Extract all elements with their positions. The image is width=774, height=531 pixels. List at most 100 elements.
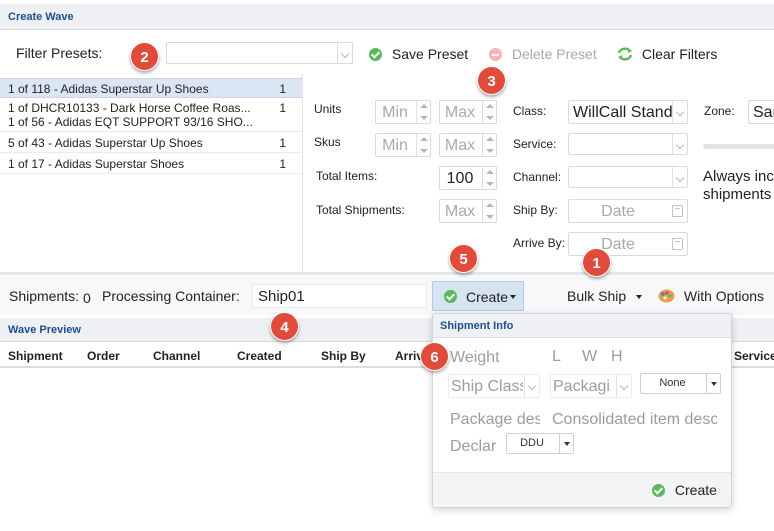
service-select[interactable] xyxy=(568,133,688,155)
ship-class-select[interactable]: Ship Class xyxy=(448,374,540,398)
annotation-badge-2: 2 xyxy=(130,42,159,71)
column-header-order[interactable]: Order xyxy=(87,349,120,363)
delete-preset-label: Delete Preset xyxy=(511,46,597,62)
min-placeholder: Min xyxy=(382,104,408,121)
divider xyxy=(0,272,774,275)
service-label: Service: xyxy=(513,137,557,151)
annotation-badge-3: 3 xyxy=(477,66,506,95)
units-max-input[interactable]: Max xyxy=(439,100,497,124)
none-value: None xyxy=(659,377,686,389)
none-select[interactable]: None xyxy=(640,373,721,394)
preset-name-secondary: 1 of 56 - Adidas EQT SUPPORT 93/16 SHO..… xyxy=(8,115,253,129)
total-items-label: Total Items: xyxy=(316,169,378,183)
column-header-shipment[interactable]: Shipment xyxy=(8,349,63,363)
class-select[interactable]: WillCall Stand xyxy=(568,100,688,124)
total-items-input[interactable]: 100 xyxy=(439,166,497,190)
spinner-icon[interactable] xyxy=(416,101,430,123)
caret-down-icon xyxy=(706,374,720,393)
declared-value-input[interactable]: Declar xyxy=(450,438,500,456)
spinner-icon[interactable] xyxy=(416,134,430,156)
ship-by-date-input[interactable]: Date xyxy=(568,199,688,223)
channel-select[interactable] xyxy=(568,166,688,188)
bulk-ship-button[interactable]: Bulk Ship xyxy=(567,288,643,304)
preset-count: 1 xyxy=(279,82,286,96)
date-placeholder: Date xyxy=(601,236,635,253)
annotation-badge-1: 1 xyxy=(582,248,611,277)
length-input[interactable]: L xyxy=(552,348,561,366)
refresh-icon xyxy=(617,47,633,61)
delete-preset-button[interactable]: Delete Preset xyxy=(489,46,597,62)
total-items-value: 100 xyxy=(446,170,474,187)
zone-label: Zone: xyxy=(704,104,735,118)
shipment-info-popup: Shipment Info Weight L W H Ship Class Pa… xyxy=(432,313,732,508)
skus-label: Skus xyxy=(314,135,341,149)
max-placeholder: Max xyxy=(444,104,476,121)
channel-label: Channel: xyxy=(513,170,562,184)
wave-preview-title: Wave Preview xyxy=(8,324,81,336)
column-header-ship-by[interactable]: Ship By xyxy=(321,349,366,363)
preset-count: 1 xyxy=(279,157,286,171)
processing-container-value: Ship01 xyxy=(258,288,305,305)
ship-by-label: Ship By: xyxy=(513,203,558,217)
ddu-select[interactable]: DDU xyxy=(506,433,574,454)
units-min-input[interactable]: Min xyxy=(375,100,431,124)
always-include-line-1: Always inc xyxy=(703,168,774,185)
processing-container-label: Processing Container: xyxy=(102,288,240,304)
shipment-info-header: Shipment Info xyxy=(433,314,731,338)
list-item[interactable]: 5 of 43 - Adidas Superstar Up Shoes 1 xyxy=(0,133,302,153)
spinner-icon[interactable] xyxy=(482,200,496,222)
calendar-icon[interactable] xyxy=(672,238,683,250)
width-input[interactable]: W xyxy=(582,348,597,366)
check-circle-icon xyxy=(652,484,665,497)
zone-slider[interactable] xyxy=(703,144,774,149)
processing-container-input[interactable]: Ship01 xyxy=(252,284,427,308)
class-value: WillCall Stand xyxy=(573,104,673,121)
class-label: Class: xyxy=(513,104,547,118)
chevron-down-icon xyxy=(672,134,687,154)
total-shipments-label: Total Shipments: xyxy=(316,203,405,217)
column-header-created[interactable]: Created xyxy=(237,349,282,363)
list-item[interactable]: 1 of 17 - Adidas Superstar Shoes 1 xyxy=(0,154,302,174)
chevron-down-icon xyxy=(672,101,687,123)
with-options-button[interactable]: With Options xyxy=(658,288,764,304)
clear-filters-label: Clear Filters xyxy=(641,46,718,62)
chevron-down-icon xyxy=(337,43,352,63)
filter-presets-select[interactable] xyxy=(166,42,353,64)
ship-class-placeholder: Ship Class xyxy=(451,378,523,395)
consolidated-item-description-input[interactable]: Consolidated item desc xyxy=(552,411,717,429)
caret-down-icon xyxy=(559,434,573,453)
save-preset-button[interactable]: Save Preset xyxy=(369,46,468,62)
bulk-ship-label: Bulk Ship xyxy=(567,288,627,304)
ddu-value: DDU xyxy=(520,437,544,449)
chevron-down-icon xyxy=(524,375,539,397)
create-dropdown-button[interactable]: Create xyxy=(432,281,524,311)
calendar-icon[interactable] xyxy=(672,205,683,217)
column-header-channel[interactable]: Channel xyxy=(153,349,200,363)
spinner-icon[interactable] xyxy=(482,134,496,156)
column-header-arrive[interactable]: Arriv xyxy=(395,349,423,363)
options-icon xyxy=(658,289,675,303)
caret-down-icon xyxy=(510,295,516,299)
list-item[interactable]: 1 of DHCR10133 - Dark Horse Coffee Roas.… xyxy=(0,99,302,132)
preset-name: 5 of 43 - Adidas Superstar Up Shoes xyxy=(8,136,203,150)
shipments-label: Shipments: xyxy=(9,288,80,304)
total-shipments-input[interactable]: Max xyxy=(439,199,497,223)
popup-create-button[interactable]: Create xyxy=(652,482,717,498)
height-input[interactable]: H xyxy=(611,348,623,366)
weight-input[interactable]: Weight xyxy=(450,349,530,367)
list-item[interactable]: 1 of 118 - Adidas Superstar Up Shoes 1 xyxy=(0,78,302,98)
preset-name: 1 of 118 - Adidas Superstar Up Shoes xyxy=(8,82,209,96)
column-header-service[interactable]: Service xyxy=(734,349,774,363)
spinner-icon[interactable] xyxy=(482,167,496,189)
zone-value: San xyxy=(753,104,774,121)
shipments-count: 0 xyxy=(83,290,91,306)
clear-filters-button[interactable]: Clear Filters xyxy=(617,46,717,62)
packaging-select[interactable]: Packagi xyxy=(550,374,632,398)
package-description-input[interactable]: Package des xyxy=(450,411,540,429)
skus-min-input[interactable]: Min xyxy=(375,133,431,157)
annotation-badge-6: 6 xyxy=(420,342,449,371)
zone-select[interactable]: San xyxy=(748,100,774,124)
date-placeholder: Date xyxy=(601,203,635,220)
skus-max-input[interactable]: Max xyxy=(439,133,497,157)
spinner-icon[interactable] xyxy=(482,101,496,123)
